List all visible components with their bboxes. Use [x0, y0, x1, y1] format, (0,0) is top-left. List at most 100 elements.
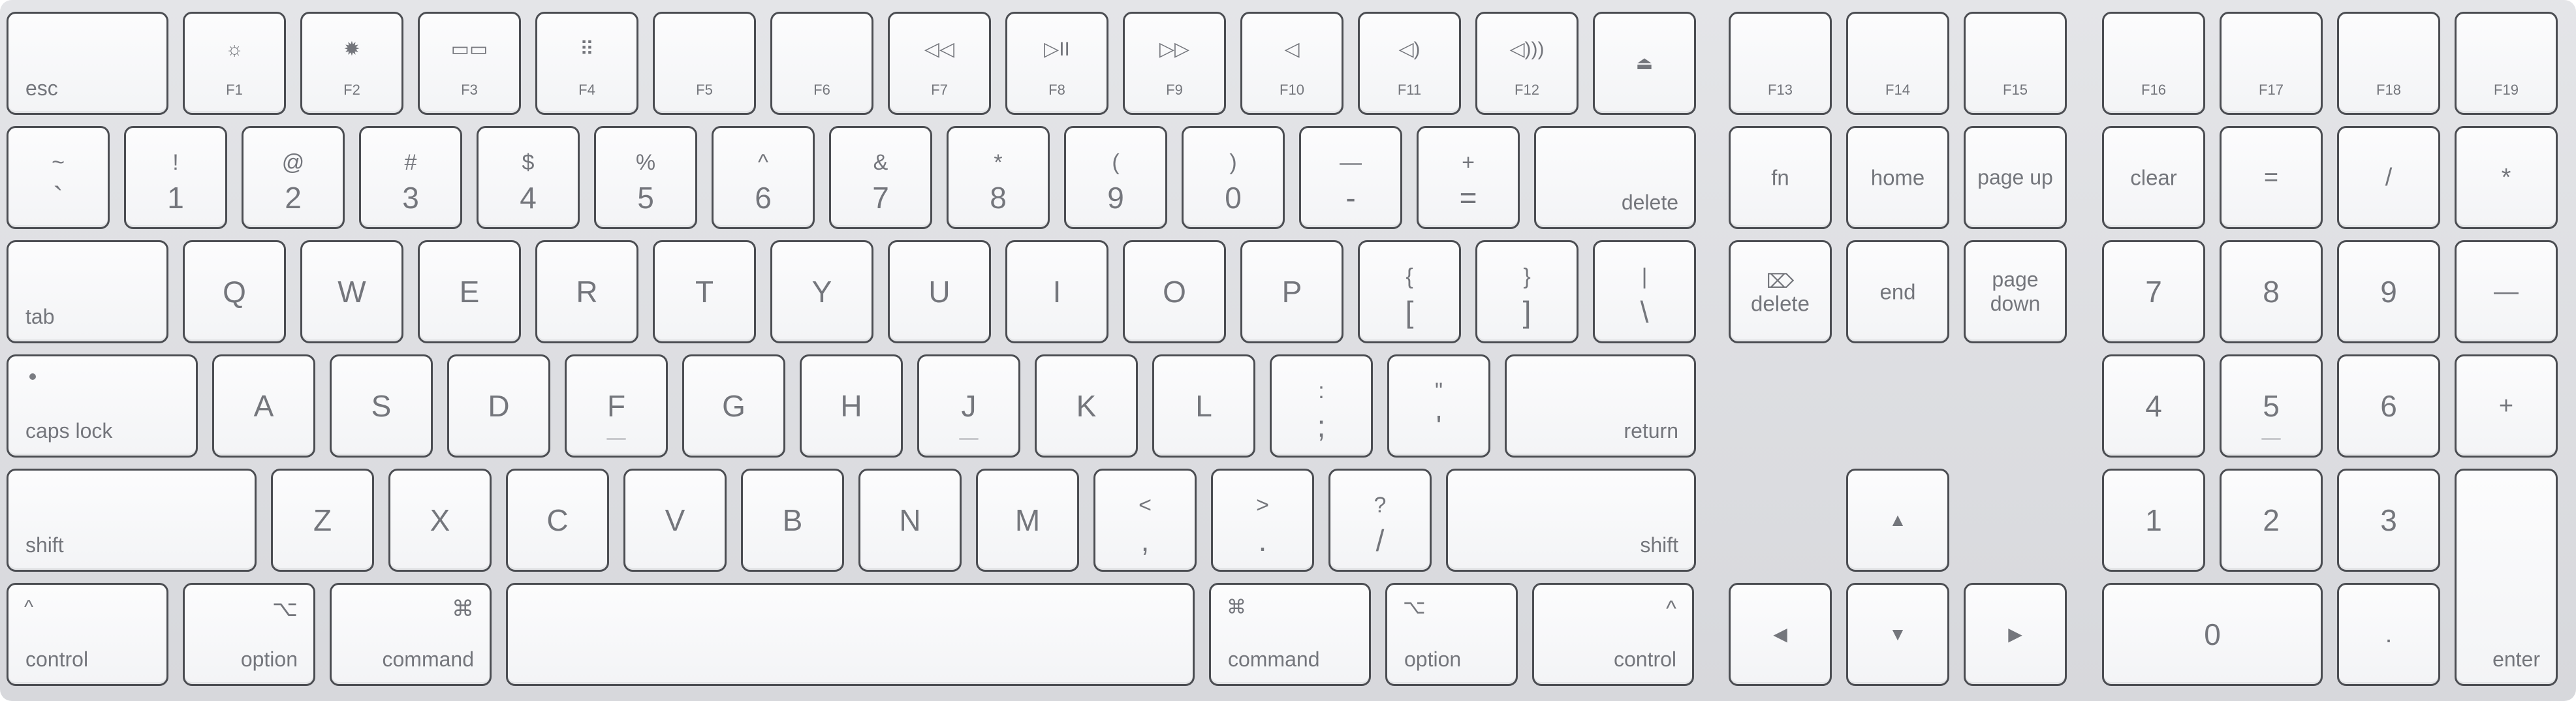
f1-key[interactable]: ☼ F1 — [183, 12, 286, 115]
down-arrow-key[interactable]: ▼ — [1846, 583, 1949, 686]
left-bracket-key[interactable]: {[ — [1358, 240, 1461, 343]
q-key[interactable]: Q — [183, 240, 286, 343]
f9-key[interactable]: ▷▷ F9 — [1123, 12, 1226, 115]
h-key[interactable]: H — [800, 354, 903, 458]
9-key[interactable]: (9 — [1064, 126, 1167, 229]
f16-key[interactable]: F16 — [2102, 12, 2205, 115]
z-key[interactable]: Z — [271, 469, 374, 572]
n-key[interactable]: N — [858, 469, 962, 572]
keypad-6-key[interactable]: 6 — [2337, 354, 2440, 458]
r-key[interactable]: R — [535, 240, 638, 343]
keypad-2-key[interactable]: 2 — [2220, 469, 2323, 572]
right-control-key[interactable]: ^ control — [1532, 583, 1694, 686]
f-key[interactable]: F — [565, 354, 668, 458]
b-key[interactable]: B — [741, 469, 844, 572]
keypad-equals-key[interactable]: = — [2220, 126, 2323, 229]
1-key[interactable]: ! 1 — [124, 126, 227, 229]
f6-key[interactable]: F6 — [770, 12, 873, 115]
keypad-4-key[interactable]: 4 — [2102, 354, 2205, 458]
keypad-divide-key[interactable]: / — [2337, 126, 2440, 229]
s-key[interactable]: S — [330, 354, 433, 458]
f19-key[interactable]: F19 — [2455, 12, 2558, 115]
right-arrow-key[interactable]: ▶ — [1964, 583, 2067, 686]
c-key[interactable]: C — [506, 469, 609, 572]
f8-key[interactable]: ▷II F8 — [1005, 12, 1108, 115]
keypad-enter-key[interactable]: enter — [2455, 469, 2558, 686]
i-key[interactable]: I — [1005, 240, 1108, 343]
page-up-key[interactable]: page up — [1964, 126, 2067, 229]
end-key[interactable]: end — [1846, 240, 1949, 343]
keypad-8-key[interactable]: 8 — [2220, 240, 2323, 343]
8-key[interactable]: * 8 — [947, 126, 1050, 229]
keypad-1-key[interactable]: 1 — [2102, 469, 2205, 572]
keypad-decimal-key[interactable]: . — [2337, 583, 2440, 686]
right-option-key[interactable]: ⌥ option — [1385, 583, 1518, 686]
keypad-7-key[interactable]: 7 — [2102, 240, 2205, 343]
return-key[interactable]: return — [1505, 354, 1696, 458]
f2-key[interactable]: ✹ F2 — [300, 12, 403, 115]
semicolon-key[interactable]: :; — [1270, 354, 1373, 458]
m-key[interactable]: M — [976, 469, 1079, 572]
f11-key[interactable]: ◁) F11 — [1358, 12, 1461, 115]
left-command-key[interactable]: ⌘ command — [330, 583, 492, 686]
right-bracket-key[interactable]: }] — [1475, 240, 1579, 343]
comma-key[interactable]: <, — [1093, 469, 1197, 572]
e-key[interactable]: E — [418, 240, 521, 343]
4-key[interactable]: $4 — [477, 126, 580, 229]
x-key[interactable]: X — [388, 469, 492, 572]
f18-key[interactable]: F18 — [2337, 12, 2440, 115]
left-arrow-key[interactable]: ◀ — [1729, 583, 1832, 686]
left-shift-key[interactable]: shift — [7, 469, 257, 572]
7-key[interactable]: & 7 — [829, 126, 932, 229]
caps-lock-key[interactable]: caps lock — [7, 354, 198, 458]
right-shift-key[interactable]: shift — [1446, 469, 1696, 572]
left-control-key[interactable]: ^ control — [7, 583, 168, 686]
fn-key[interactable]: fn — [1729, 126, 1832, 229]
page-down-key[interactable]: page down — [1964, 240, 2067, 343]
keypad-minus-key[interactable]: — — [2455, 240, 2558, 343]
f7-key[interactable]: ◁◁ F7 — [888, 12, 991, 115]
d-key[interactable]: D — [447, 354, 550, 458]
w-key[interactable]: W — [300, 240, 403, 343]
k-key[interactable]: K — [1035, 354, 1138, 458]
g-key[interactable]: G — [682, 354, 785, 458]
slash-key[interactable]: ? / — [1328, 469, 1432, 572]
clear-key[interactable]: clear — [2102, 126, 2205, 229]
keypad-plus-key[interactable]: + — [2455, 354, 2558, 458]
keypad-0-key[interactable]: 0 — [2102, 583, 2323, 686]
space-key[interactable] — [506, 583, 1195, 686]
2-key[interactable]: @2 — [242, 126, 345, 229]
f3-key[interactable]: ▭▭ F3 — [418, 12, 521, 115]
f13-key[interactable]: F13 — [1729, 12, 1832, 115]
keypad-multiply-key[interactable]: * — [2455, 126, 2558, 229]
delete-key[interactable]: delete — [1534, 126, 1696, 229]
home-key[interactable]: home — [1846, 126, 1949, 229]
f5-key[interactable]: F5 — [653, 12, 756, 115]
u-key[interactable]: U — [888, 240, 991, 343]
period-key[interactable]: >. — [1211, 469, 1314, 572]
3-key[interactable]: #3 — [359, 126, 462, 229]
backslash-key[interactable]: | \ — [1593, 240, 1696, 343]
p-key[interactable]: P — [1240, 240, 1343, 343]
l-key[interactable]: L — [1152, 354, 1255, 458]
quote-key[interactable]: " ' — [1387, 354, 1490, 458]
6-key[interactable]: ^ 6 — [712, 126, 815, 229]
f10-key[interactable]: ◁ F10 — [1240, 12, 1343, 115]
right-command-key[interactable]: ⌘ command — [1209, 583, 1371, 686]
minus-key[interactable]: — - — [1299, 126, 1402, 229]
tab-key[interactable]: tab — [7, 240, 168, 343]
esc-key[interactable]: esc — [7, 12, 168, 115]
forward-delete-key[interactable]: ⌦ delete — [1729, 240, 1832, 343]
eject-key[interactable]: ⏏ — [1593, 12, 1696, 115]
y-key[interactable]: Y — [770, 240, 873, 343]
keypad-3-key[interactable]: 3 — [2337, 469, 2440, 572]
equals-key[interactable]: + = — [1417, 126, 1520, 229]
5-key[interactable]: % 5 — [594, 126, 697, 229]
a-key[interactable]: A — [212, 354, 315, 458]
up-arrow-key[interactable]: ▲ — [1846, 469, 1949, 572]
keypad-9-key[interactable]: 9 — [2337, 240, 2440, 343]
o-key[interactable]: O — [1123, 240, 1226, 343]
left-option-key[interactable]: ⌥ option — [183, 583, 315, 686]
0-key[interactable]: ) 0 — [1182, 126, 1285, 229]
f4-key[interactable]: ⠿ F4 — [535, 12, 638, 115]
